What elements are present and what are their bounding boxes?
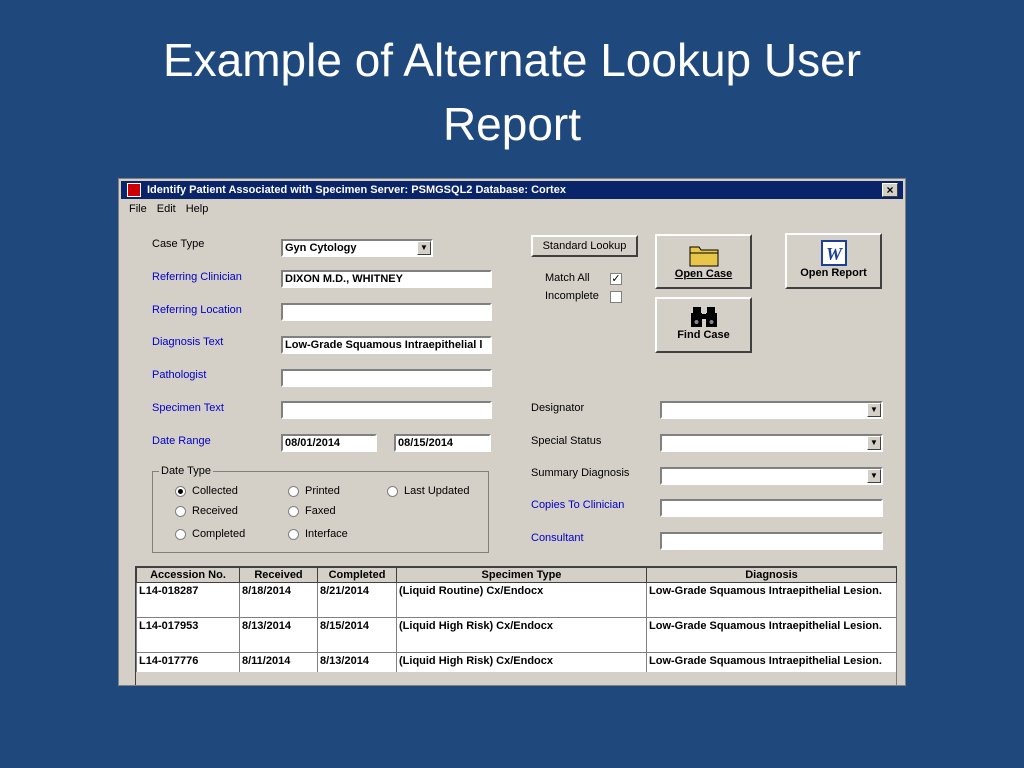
copies-to-clinician-label[interactable]: Copies To Clinician (531, 499, 624, 511)
referring-location-label[interactable]: Referring Location (152, 304, 242, 316)
radio-interface-label: Interface (305, 528, 348, 540)
open-report-label: Open Report (800, 267, 867, 279)
column-header[interactable]: Received (239, 567, 318, 583)
radio-printed-label: Printed (305, 485, 340, 497)
radio-interface[interactable] (288, 529, 299, 540)
binoculars-icon (690, 307, 717, 327)
menubar: File Edit Help (121, 201, 210, 217)
designator-label: Designator (531, 402, 585, 414)
word-document-icon: W (820, 240, 847, 266)
case-type-select[interactable]: Gyn Cytology ▼ (281, 239, 433, 257)
cell-completed: 8/15/2014 (317, 617, 397, 653)
dropdown-arrow-icon[interactable]: ▼ (867, 469, 881, 483)
open-case-button[interactable]: Open Case (655, 234, 752, 289)
radio-collected[interactable] (175, 486, 186, 497)
radio-faxed-label: Faxed (305, 505, 336, 517)
radio-printed[interactable] (288, 486, 299, 497)
cell-diagnosis: Low-Grade Squamous Intraepithelial Lesio… (646, 582, 897, 618)
specimen-text-field[interactable] (281, 401, 492, 419)
designator-select[interactable]: ▼ (660, 401, 883, 419)
date-type-label: Date Type (159, 465, 213, 477)
radio-completed[interactable] (175, 529, 186, 540)
table-row[interactable]: L14-018287 8/18/2014 8/21/2014 (Liquid R… (136, 582, 897, 618)
pathologist-label[interactable]: Pathologist (152, 369, 206, 381)
close-button[interactable]: × (882, 183, 898, 197)
specimen-text-label[interactable]: Specimen Text (152, 402, 224, 414)
special-status-select[interactable]: ▼ (660, 434, 883, 452)
radio-received-label: Received (192, 505, 238, 517)
diagnosis-text-label[interactable]: Diagnosis Text (152, 336, 223, 348)
menu-help[interactable]: Help (186, 203, 209, 215)
match-all-label: Match All (545, 272, 590, 284)
app-icon (127, 183, 141, 197)
radio-last-updated-label: Last Updated (404, 485, 470, 497)
column-header[interactable]: Accession No. (136, 567, 240, 583)
results-grid: Accession No. Received Completed Specime… (135, 566, 897, 685)
cell-accession: L14-017953 (136, 617, 240, 653)
consultant-field[interactable] (660, 532, 883, 550)
radio-collected-label: Collected (192, 485, 238, 497)
column-header[interactable]: Diagnosis (646, 567, 897, 583)
radio-faxed[interactable] (288, 506, 299, 517)
cell-specimen-type: (Liquid High Risk) Cx/Endocx (396, 617, 647, 653)
results-table: Accession No. Received Completed Specime… (136, 567, 897, 685)
app-window: Identify Patient Associated with Specime… (118, 178, 906, 686)
pathologist-field[interactable] (281, 369, 492, 387)
dropdown-arrow-icon[interactable]: ▼ (867, 436, 881, 450)
incomplete-label: Incomplete (545, 290, 599, 302)
dropdown-arrow-icon[interactable]: ▼ (417, 241, 431, 255)
summary-diagnosis-select[interactable]: ▼ (660, 467, 883, 485)
cell-received: 8/13/2014 (239, 617, 318, 653)
case-type-label: Case Type (152, 238, 205, 250)
cell-completed: 8/21/2014 (317, 582, 397, 618)
standard-lookup-button[interactable]: Standard Lookup (531, 235, 638, 257)
match-all-checkbox[interactable]: ✓ (610, 273, 622, 285)
dropdown-arrow-icon[interactable]: ▼ (867, 403, 881, 417)
date-range-label[interactable]: Date Range (152, 435, 211, 447)
summary-diagnosis-label: Summary Diagnosis (531, 467, 630, 479)
incomplete-checkbox[interactable] (610, 291, 622, 303)
menu-edit[interactable]: Edit (157, 203, 176, 215)
find-case-label: Find Case (677, 329, 730, 341)
radio-completed-label: Completed (192, 528, 246, 540)
referring-clinician-field[interactable]: DIXON M.D., WHITNEY (281, 270, 492, 288)
slide-title-line1: Example of Alternate Lookup User (162, 34, 862, 86)
referring-location-field[interactable] (281, 303, 492, 321)
grid-footer (136, 672, 896, 685)
column-header[interactable]: Specimen Type (396, 567, 647, 583)
cell-diagnosis: Low-Grade Squamous Intraepithelial Lesio… (646, 617, 897, 653)
svg-text:W: W (825, 244, 843, 264)
consultant-label[interactable]: Consultant (531, 532, 584, 544)
cell-received: 8/18/2014 (239, 582, 318, 618)
slide-title: Example of Alternate Lookup User Report (0, 28, 1024, 156)
copies-to-clinician-field[interactable] (660, 499, 883, 517)
cell-accession: L14-018287 (136, 582, 240, 618)
cell-specimen-type: (Liquid Routine) Cx/Endocx (396, 582, 647, 618)
window-title: Identify Patient Associated with Specime… (147, 184, 566, 196)
open-case-label: Open Case (674, 268, 733, 280)
table-header: Accession No. Received Completed Specime… (136, 567, 897, 583)
date-from-field[interactable]: 08/01/2014 (281, 434, 377, 452)
folder-icon (689, 246, 718, 267)
find-case-button[interactable]: Find Case (655, 297, 752, 353)
menu-file[interactable]: File (129, 203, 147, 215)
date-to-field[interactable]: 08/15/2014 (394, 434, 491, 452)
radio-last-updated[interactable] (387, 486, 398, 497)
open-report-button[interactable]: W Open Report (785, 233, 882, 289)
referring-clinician-label[interactable]: Referring Clinician (152, 271, 242, 283)
special-status-label: Special Status (531, 435, 602, 447)
column-header[interactable]: Completed (317, 567, 397, 583)
slide-title-line2: Report (442, 98, 582, 150)
radio-received[interactable] (175, 506, 186, 517)
window-titlebar[interactable]: Identify Patient Associated with Specime… (121, 181, 903, 199)
table-row[interactable]: L14-017953 8/13/2014 8/15/2014 (Liquid H… (136, 617, 897, 653)
case-type-value: Gyn Cytology (285, 242, 357, 254)
diagnosis-text-field[interactable]: Low-Grade Squamous Intraepithelial l (281, 336, 492, 354)
